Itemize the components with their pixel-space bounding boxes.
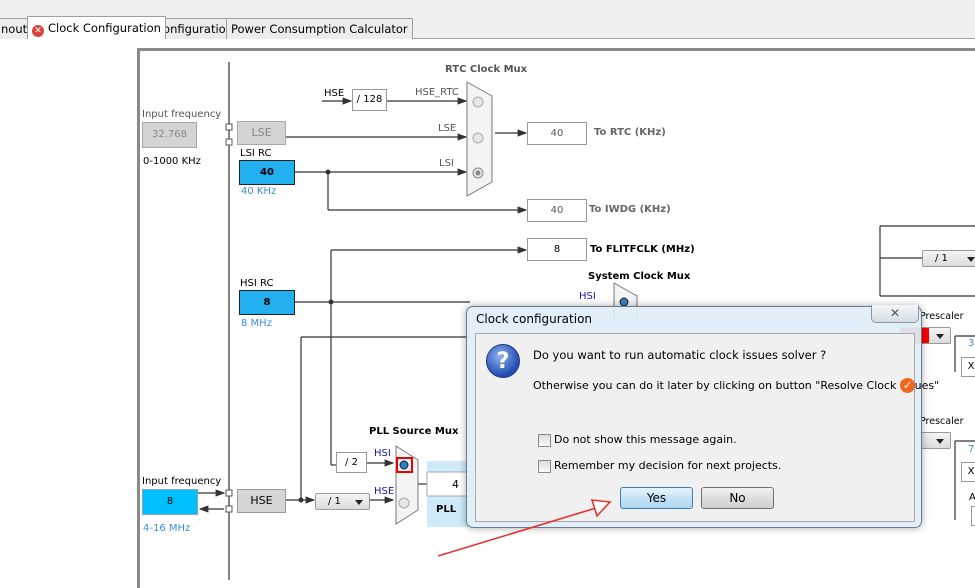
rtc-hse-label: HSE [324, 88, 345, 99]
chevron-down-icon [936, 439, 944, 444]
iwdg-output-value: 40 [527, 199, 587, 222]
do-not-show-label[interactable]: Do not show this message again. [554, 433, 737, 446]
yes-button[interactable]: Yes [620, 487, 693, 509]
lse-input-frequency[interactable]: 32.768 [142, 122, 197, 148]
chevron-down-icon [967, 257, 975, 262]
hse-input-frequency[interactable]: 8 [142, 489, 198, 515]
pll-input-hse: HSE [374, 486, 395, 497]
pll-input-hsi: HSI [374, 448, 391, 459]
rtc-hse-divider[interactable]: / 128 [352, 89, 387, 111]
hsi-label: HSI RC [240, 278, 274, 289]
close-button[interactable]: ✕ [871, 305, 919, 323]
checkmark-icon: ✓ [900, 378, 915, 393]
dialog-title: Clock configuration [476, 312, 593, 326]
rtc-input-lse: LSE [438, 123, 457, 134]
lse-input-range: 0-1000 KHz [143, 156, 201, 167]
hse-block: HSE [237, 489, 286, 513]
prescaler-label-2: Prescaler [920, 416, 964, 427]
hse-input-range: 4-16 MHz [143, 523, 191, 534]
do-not-show-checkbox[interactable] [538, 434, 551, 447]
hse-prediv-dropdown[interactable]: / 1 [315, 493, 370, 510]
hse-input-label: Input frequency [142, 476, 222, 487]
pll-source-mux-title: PLL Source Mux [369, 426, 459, 437]
hsi-value[interactable]: 8 [239, 290, 295, 315]
error-icon: ✕ [32, 25, 44, 37]
multiplier-2[interactable]: X [961, 462, 975, 482]
rtc-output-label: To RTC (KHz) [594, 127, 666, 138]
system-clock-mux-title: System Clock Mux [588, 271, 691, 282]
remember-decision-checkbox[interactable] [538, 460, 551, 473]
rtc-input-lsi: LSI [439, 158, 454, 169]
iwdg-output-label: To IWDG (KHz) [589, 204, 671, 215]
prescaler-1-output: 3 [968, 338, 975, 349]
remember-decision-label[interactable]: Remember my decision for next projects. [554, 459, 781, 472]
no-button[interactable]: No [701, 487, 774, 509]
flitfclk-output-value: 8 [527, 238, 587, 261]
tab-clock-configuration[interactable]: ✕ Clock Configuration [27, 16, 166, 39]
pll-label: PLL [436, 504, 457, 515]
system-clock-mux-input-hsi: HSI [579, 291, 596, 302]
hsi-freq: 8 MHz [241, 318, 272, 329]
rtc-mux-title: RTC Clock Mux [445, 64, 528, 75]
rtc-input-hse-rtc: HSE_RTC [415, 87, 459, 98]
prescaler-2-output: 7 [968, 444, 975, 455]
chevron-down-icon [936, 334, 944, 339]
dialog-hint: Otherwise you can do it later by clickin… [533, 379, 940, 392]
prescaler-label-1: Prescaler [920, 311, 964, 322]
lsi-label: LSI RC [240, 148, 272, 159]
lsi-value[interactable]: 40 [239, 160, 295, 185]
hsi-div2: / 2 [336, 452, 367, 473]
a-field[interactable] [971, 506, 975, 526]
clock-configuration-dialog: Clock configuration ✕ ? Do you want to r… [466, 305, 939, 528]
pll-mul-value[interactable]: 4 [452, 478, 459, 491]
lsi-freq: 40 KHz [241, 186, 277, 197]
prescaler-top-dropdown[interactable]: / 1 [922, 250, 975, 267]
prescaler-top-value: / 1 [935, 253, 948, 264]
question-icon: ? [486, 344, 520, 378]
lse-input-label: Input frequency [142, 109, 222, 120]
hse-prediv-value: / 1 [328, 496, 341, 507]
dialog-question: Do you want to run automatic clock issue… [533, 348, 827, 362]
dialog-body: ? Do you want to run automatic clock iss… [475, 333, 939, 522]
multiplier-1[interactable]: X [961, 357, 975, 377]
a-label: A [969, 492, 975, 503]
flitfclk-output-label: To FLITFCLK (MHz) [590, 244, 695, 255]
lse-block: LSE [237, 121, 286, 145]
rtc-output-value: 40 [527, 122, 587, 145]
close-icon: ✕ [889, 306, 901, 320]
chevron-down-icon [355, 500, 363, 505]
tab-label: Clock Configuration [48, 21, 161, 35]
